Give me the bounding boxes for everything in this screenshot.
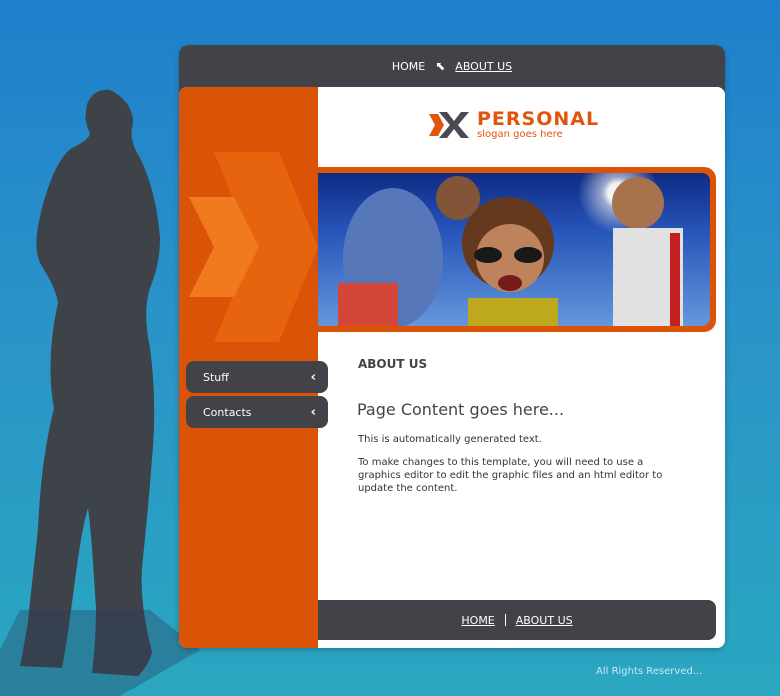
chevron-left-icon: ‹ xyxy=(310,369,316,385)
content-paragraph: This is automatically generated text. xyxy=(358,434,542,445)
content-paragraph: To make changes to this template, you wi… xyxy=(358,457,663,494)
pointer-arrow-icon: ⬉ xyxy=(435,59,446,73)
nav-home-link[interactable]: HOME xyxy=(392,60,425,73)
banner-photo xyxy=(318,173,710,326)
logo-slogan: slogan goes here xyxy=(477,129,563,140)
banner-people-illustration xyxy=(318,173,710,326)
footer-divider xyxy=(504,614,506,626)
page-content-heading: Page Content goes here... xyxy=(357,400,565,419)
body-area: PERSONAL slogan goes here Stuff ‹ Contac… xyxy=(179,87,725,648)
footer-navigation: HOME ABOUT US xyxy=(318,600,716,640)
site-logo[interactable]: PERSONAL slogan goes here xyxy=(429,105,599,145)
section-title: ABOUT US xyxy=(358,357,428,371)
sidebar-item-contacts[interactable]: Contacts ‹ xyxy=(186,396,328,428)
chevron-left-icon: ‹ xyxy=(310,404,316,420)
nav-about-link[interactable]: ABOUT US xyxy=(455,60,512,73)
logo-title: PERSONAL xyxy=(477,108,600,130)
logo-x-icon xyxy=(429,112,469,138)
copyright-text: All Rights Reserved... xyxy=(596,666,703,677)
sidebar-item-stuff[interactable]: Stuff ‹ xyxy=(186,361,328,393)
woman-silhouette xyxy=(20,89,160,676)
sidebar-item-label: Contacts xyxy=(203,405,252,419)
sidebar-item-label: Stuff xyxy=(203,370,229,384)
top-navigation: HOME ⬉ ABOUT US xyxy=(179,45,725,87)
chevron-graphic xyxy=(189,152,318,342)
banner xyxy=(318,167,716,332)
footer-about-link[interactable]: ABOUT US xyxy=(516,614,573,627)
footer-home-link[interactable]: HOME xyxy=(461,614,494,627)
